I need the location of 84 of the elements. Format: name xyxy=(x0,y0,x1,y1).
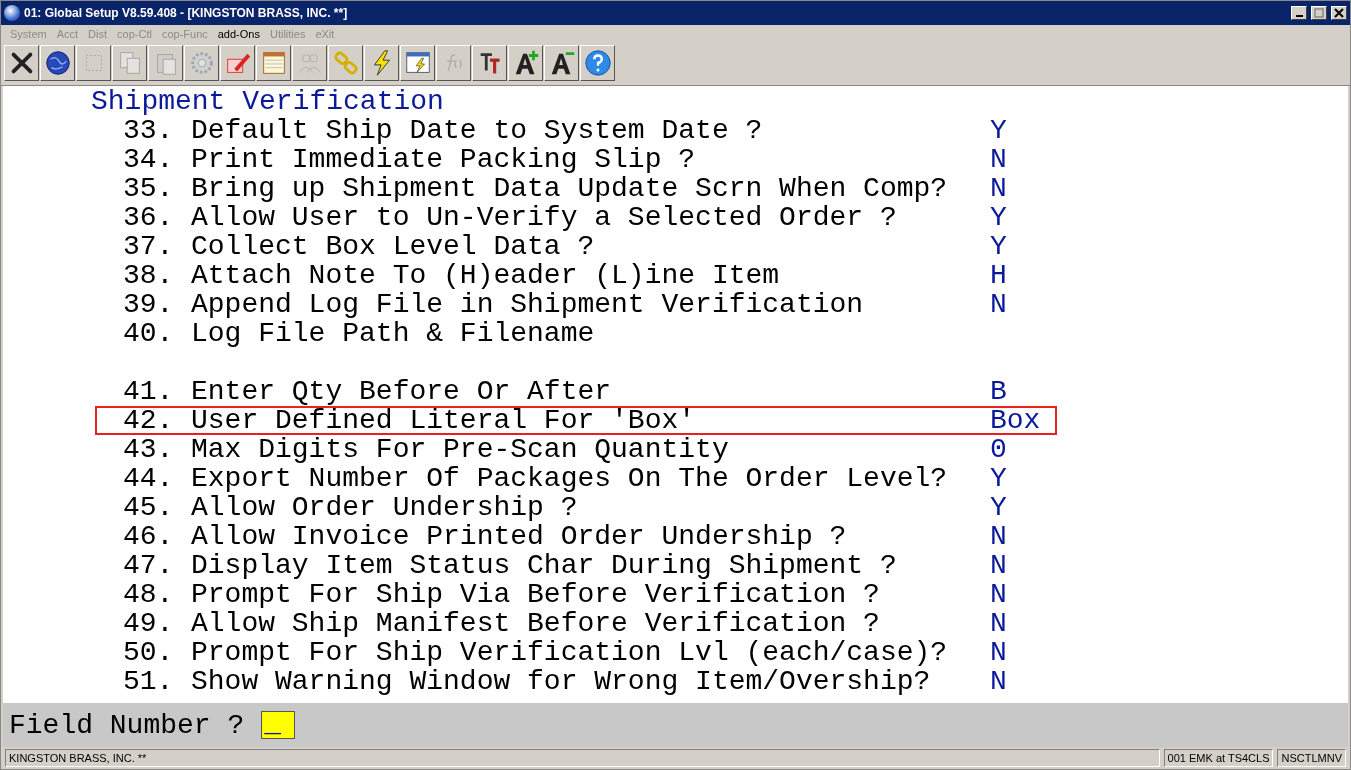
field-label: Log File Path & Filename xyxy=(191,321,596,346)
field-number: 33. xyxy=(123,118,175,143)
field-number: 51. xyxy=(123,669,175,694)
field-number: 42. xyxy=(123,408,175,433)
field-label: Default Ship Date to System Date ? xyxy=(191,118,764,143)
field-label: Bring up Shipment Data Update Scrn When Comp? xyxy=(191,176,949,201)
field-label: Max Digits For Pre-Scan Quantity xyxy=(191,437,730,462)
field-label: Prompt For Ship Via Before Verification ? xyxy=(191,582,881,607)
close-button[interactable] xyxy=(1331,6,1347,20)
field-number: 49. xyxy=(123,611,175,636)
menu-item[interactable]: add-Ons xyxy=(212,28,265,40)
status-panel: KINGSTON BRASS, INC. ** xyxy=(5,749,1160,767)
toolbar-button[interactable] xyxy=(40,45,75,81)
field-value: N xyxy=(990,147,1007,172)
minimize-button[interactable] xyxy=(1291,6,1307,20)
toolbar-button[interactable] xyxy=(508,45,543,81)
status-panel: NSCTLMNV xyxy=(1277,749,1346,767)
field-number: 48. xyxy=(123,582,175,607)
field-value: Box xyxy=(990,408,1041,433)
toolbar-button[interactable] xyxy=(400,45,435,81)
field-label: Enter Qty Before Or After xyxy=(191,379,613,404)
field-number: 41. xyxy=(123,379,175,404)
field-number: 37. xyxy=(123,234,175,259)
field-value: 0 xyxy=(990,437,1007,462)
field-label: Allow Invoice Printed Order Undership ? xyxy=(191,524,848,549)
section-title: Shipment Verification xyxy=(91,87,445,116)
field-value: N xyxy=(990,640,1007,665)
field-value: N xyxy=(990,669,1007,694)
toolbar-button[interactable] xyxy=(220,45,255,81)
field-value: N xyxy=(990,553,1007,578)
field-number: 34. xyxy=(123,147,175,172)
field-number: 50. xyxy=(123,640,175,665)
field-label: Show Warning Window for Wrong Item/Overship? xyxy=(191,669,932,694)
close-icon xyxy=(1334,8,1344,18)
field-number: 36. xyxy=(123,205,175,230)
field-value: Y xyxy=(990,495,1007,520)
toolbar-button[interactable] xyxy=(472,45,507,81)
field-number: 43. xyxy=(123,437,175,462)
field-value: N xyxy=(990,292,1007,317)
field-value: H xyxy=(990,263,1007,288)
field-label: Export Number Of Packages On The Order Level? xyxy=(191,466,949,491)
field-number: 39. xyxy=(123,292,175,317)
help-icon xyxy=(582,48,613,78)
toolbar-button[interactable] xyxy=(328,45,363,81)
field-label: Append Log File in Shipment Verification xyxy=(191,292,865,317)
maximize-icon xyxy=(1314,8,1324,18)
function-icon xyxy=(445,54,462,72)
field-number: 35. xyxy=(123,176,175,201)
status-panel: 001 EMK at TS4CLS xyxy=(1163,749,1274,767)
field-label: Display Item Status Char During Shipment ? xyxy=(191,553,898,578)
field-value: N xyxy=(990,524,1007,549)
toolbar-button[interactable] xyxy=(580,45,615,81)
field-label: Allow User to Un-Verify a Selected Order ? xyxy=(191,205,898,230)
field-number: 44. xyxy=(123,466,175,491)
field-label: User Defined Literal For 'Box' xyxy=(191,408,697,433)
field-label: Prompt For Ship Verification Lvl (each/case)? xyxy=(191,640,949,665)
field-label: Attach Note To (H)eader (L)ine Item xyxy=(191,263,781,288)
field-label: Allow Order Undership ? xyxy=(191,495,579,520)
field-value: N xyxy=(990,611,1007,636)
toolbar-button[interactable] xyxy=(4,45,39,81)
field-number: 38. xyxy=(123,263,175,288)
window-title: 01: Global Setup V8.59.408 - [KINGSTON BRASS, INC. **] xyxy=(24,6,349,20)
field-value: Y xyxy=(990,234,1007,259)
field-value: Y xyxy=(990,205,1007,230)
field-number-input[interactable]: _ xyxy=(261,711,296,739)
maximize-button[interactable] xyxy=(1311,6,1327,20)
app-logo-icon xyxy=(4,5,20,21)
field-value: Y xyxy=(990,118,1007,143)
toolbar-button[interactable] xyxy=(256,45,291,81)
field-number: 47. xyxy=(123,553,175,578)
field-label: Print Immediate Packing Slip ? xyxy=(191,147,697,172)
prompt-label: Field Number ? xyxy=(9,709,245,741)
toolbar-button[interactable] xyxy=(544,45,579,81)
field-label: Collect Box Level Data ? xyxy=(191,234,596,259)
field-value: N xyxy=(990,176,1007,201)
field-number: 46. xyxy=(123,524,175,549)
toolbar-button[interactable] xyxy=(364,45,399,81)
field-number: 40. xyxy=(123,321,175,346)
field-value: B xyxy=(990,379,1007,404)
field-number: 45. xyxy=(123,495,175,520)
field-value: Y xyxy=(990,466,1007,491)
field-value: N xyxy=(990,582,1007,607)
field-label: Allow Ship Manifest Before Verification ? xyxy=(191,611,881,636)
minimize-icon xyxy=(1295,15,1303,17)
